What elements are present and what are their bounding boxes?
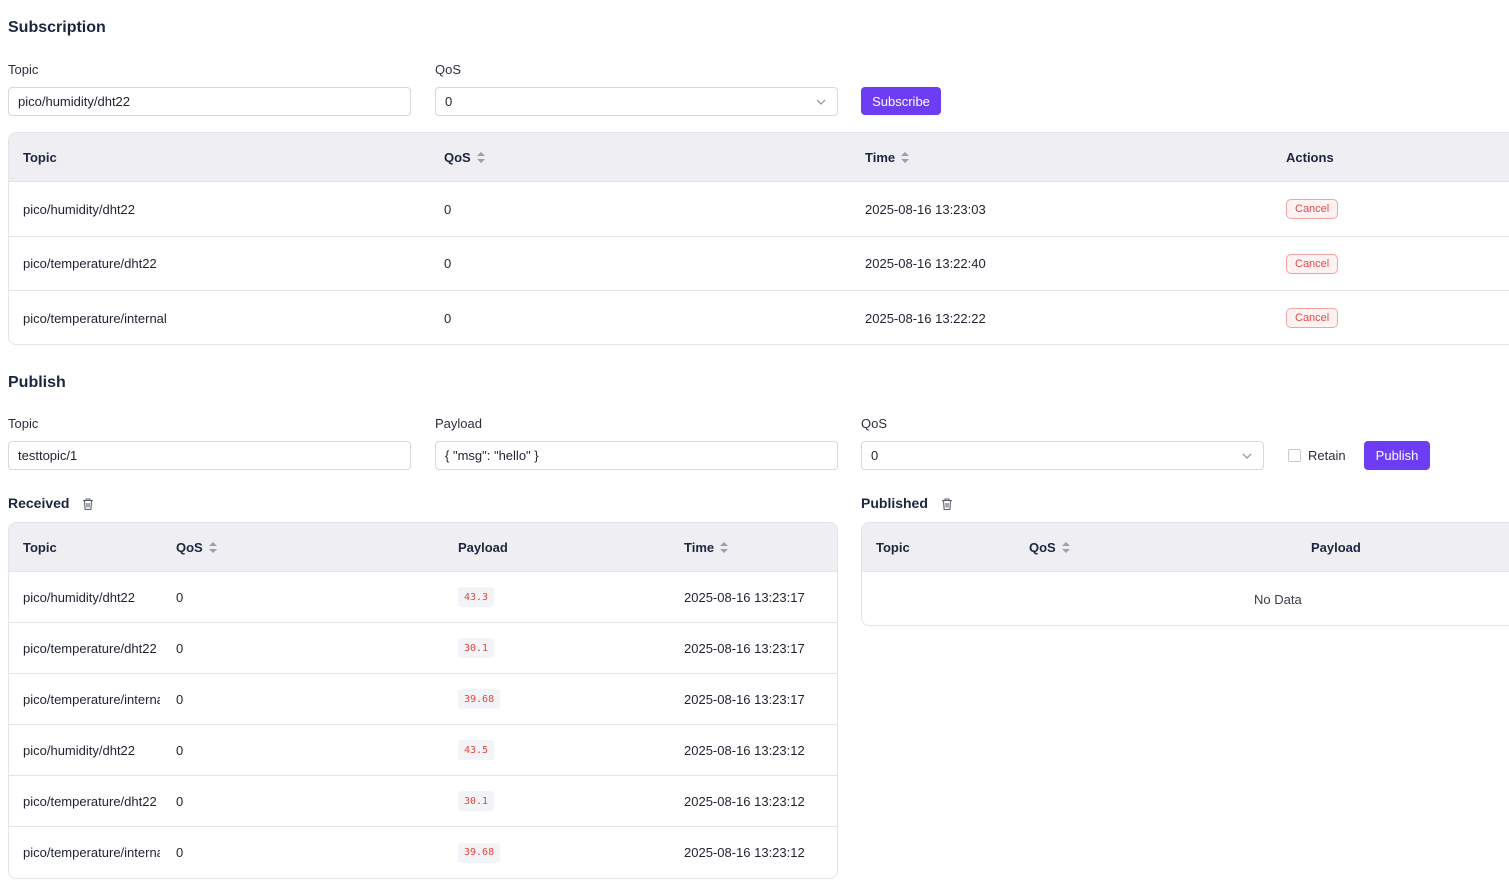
topic-cell: pico/temperature/internal [23,310,167,326]
qos-cell: 0 [176,691,184,707]
qos-cell: 0 [444,256,452,271]
qos-cell: 0 [176,589,184,605]
column-header-qos[interactable]: QoS [444,133,485,182]
column-header-time[interactable]: Time [684,523,729,572]
empty-row: No Data [862,572,1509,625]
sort-icon[interactable] [1061,542,1070,553]
column-header-qos[interactable]: QoS [1029,523,1070,572]
column-header-actions: Actions [1286,150,1334,165]
qos-cell: 0 [444,310,452,326]
time-cell: 2025-08-16 13:23:12 [684,845,805,860]
published-title: Published [861,495,928,511]
payload-tag: 30.1 [458,638,495,658]
table-row: pico/temperature/dht22 0 30.1 2025-08-16… [9,776,837,827]
qos-cell: 0 [176,845,184,860]
publish-button[interactable]: Publish [1364,441,1430,470]
time-cell: 2025-08-16 13:23:17 [684,640,805,656]
topic-cell: pico/temperature/internal [23,845,160,860]
column-header-payload: Payload [1311,540,1361,555]
topic-cell: pico/temperature/internal [23,691,160,707]
subscription-topic-input[interactable]: pico/humidity/dht22 [8,87,411,116]
table-row: pico/temperature/dht22 0 2025-08-16 13:2… [9,237,1509,291]
topic-cell: pico/temperature/dht22 [23,640,157,656]
publish-payload-label: Payload [435,416,482,431]
time-cell: 2025-08-16 13:23:17 [684,691,805,707]
empty-state-text: No Data [1254,591,1302,607]
received-title: Received [8,495,70,511]
retain-label[interactable]: Retain [1308,448,1346,463]
time-cell: 2025-08-16 13:23:12 [684,793,805,809]
qos-cell: 0 [176,793,184,809]
payload-tag: 30.1 [458,791,495,811]
received-table: Topic QoS Payload Time pico/humidity/dht… [8,522,838,879]
subscription-qos-value: 0 [445,94,453,109]
publish-qos-label: QoS [861,416,888,431]
subscription-table: Topic QoS Time Actions pico/humidity/dht… [8,132,1509,345]
payload-tag: 39.68 [458,842,501,863]
column-header-topic: Topic [23,540,57,555]
cancel-subscription-button[interactable]: Cancel [1286,199,1339,219]
table-row: pico/humidity/dht22 0 2025-08-16 13:23:0… [9,182,1509,237]
publish-qos-value: 0 [871,448,879,463]
column-header-qos[interactable]: QoS [176,523,217,572]
sort-icon[interactable] [208,542,217,553]
time-cell: 2025-08-16 13:22:40 [865,256,986,271]
table-row: pico/temperature/dht22 0 30.1 2025-08-16… [9,623,837,674]
sort-icon[interactable] [901,152,910,163]
subscription-title: Subscription [8,19,106,36]
publish-topic-label: Topic [8,416,39,431]
chevron-down-icon [1242,453,1252,459]
column-header-time[interactable]: Time [865,133,910,182]
chevron-down-icon [816,99,826,105]
trash-icon[interactable] [81,497,95,511]
published-table: Topic QoS Payload No Data [861,522,1509,626]
time-cell: 2025-08-16 13:23:03 [865,201,986,217]
topic-cell: pico/temperature/dht22 [23,793,157,809]
payload-tag: 39.68 [458,689,501,709]
published-title-wrap: Published [861,495,954,511]
column-header-topic: Topic [23,150,57,165]
time-cell: 2025-08-16 13:23:17 [684,589,805,605]
topic-cell: pico/humidity/dht22 [23,201,136,217]
time-cell: 2025-08-16 13:22:22 [865,310,986,326]
column-header-payload: Payload [458,540,508,555]
column-header-topic: Topic [876,540,910,555]
received-table-header: Topic QoS Payload Time [9,523,837,572]
subscription-topic-label: Topic [8,62,39,77]
time-cell: 2025-08-16 13:23:12 [684,742,805,758]
payload-tag: 43.5 [458,740,495,760]
table-row: pico/humidity/dht22 0 43.3 2025-08-16 13… [9,572,837,623]
sort-icon[interactable] [720,542,729,553]
subscription-table-header: Topic QoS Time Actions [9,133,1509,182]
publish-payload-input[interactable]: { "msg": "hello" } [435,441,838,470]
sort-icon[interactable] [476,152,485,163]
subscription-qos-select[interactable]: 0 [435,87,838,116]
table-row: pico/temperature/internal 0 2025-08-16 1… [9,291,1509,344]
subscription-qos-label: QoS [435,62,462,77]
qos-cell: 0 [176,742,184,758]
cancel-subscription-button[interactable]: Cancel [1286,308,1339,328]
topic-cell: pico/humidity/dht22 [23,589,136,605]
table-row: pico/temperature/internal 0 39.68 2025-0… [9,827,837,878]
topic-cell: pico/humidity/dht22 [23,742,136,758]
publish-title: Publish [8,374,66,391]
publish-topic-input[interactable]: testtopic/1 [8,441,411,470]
payload-tag: 43.3 [458,587,495,607]
table-row: pico/temperature/internal 0 39.68 2025-0… [9,674,837,725]
retain-checkbox[interactable] [1288,449,1301,462]
qos-cell: 0 [176,640,184,656]
cancel-subscription-button[interactable]: Cancel [1286,253,1339,274]
publish-qos-select[interactable]: 0 [861,441,1264,470]
trash-icon[interactable] [940,497,954,511]
qos-cell: 0 [444,201,452,217]
subscribe-button[interactable]: Subscribe [861,87,941,115]
published-table-header: Topic QoS Payload [862,523,1509,572]
table-row: pico/humidity/dht22 0 43.5 2025-08-16 13… [9,725,837,776]
received-title-wrap: Received [8,495,95,511]
topic-cell: pico/temperature/dht22 [23,256,157,271]
